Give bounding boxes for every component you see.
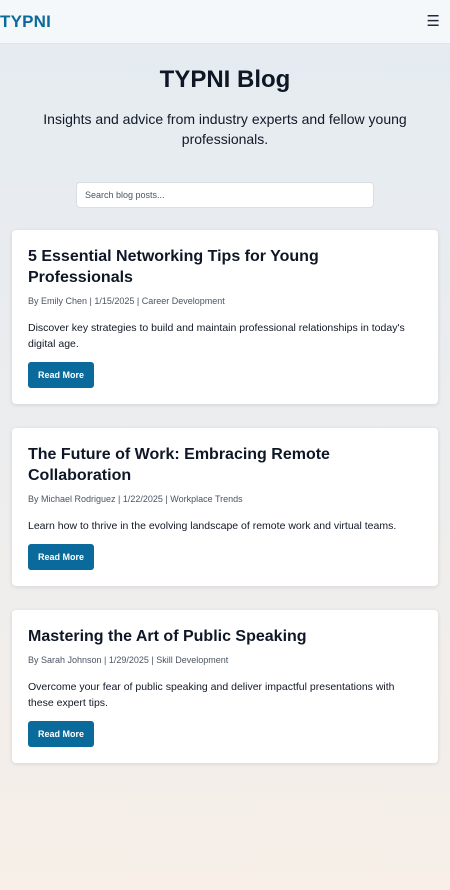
hamburger-menu-icon[interactable]: ☰ [427,14,440,29]
read-more-button[interactable]: Read More [28,544,95,570]
post-card: The Future of Work: Embracing Remote Col… [12,428,438,586]
search-input[interactable] [76,182,374,208]
post-card: 5 Essential Networking Tips for Young Pr… [12,230,438,404]
post-card: Mastering the Art of Public Speaking By … [12,610,438,763]
post-meta: By Sarah Johnson | 1/29/2025 | Skill Dev… [28,655,229,665]
page-subtitle: Insights and advice from industry expert… [43,111,407,147]
site-logo[interactable]: TYPNI [0,12,51,32]
search-container [0,182,450,208]
post-excerpt: Learn how to thrive in the evolving land… [28,520,397,532]
page-title: TYPNI Blog [159,66,291,93]
post-title: The Future of Work: Embracing Remote Col… [28,446,330,484]
post-meta: By Michael Rodriguez | 1/22/2025 | Workp… [28,494,243,504]
navbar: TYPNI ☰ [0,0,450,44]
post-list: 5 Essential Networking Tips for Young Pr… [0,208,450,763]
read-more-button[interactable]: Read More [28,362,95,388]
post-meta: By Emily Chen | 1/15/2025 | Career Devel… [28,296,225,306]
post-excerpt: Overcome your fear of public speaking an… [28,681,395,709]
hero-section: TYPNI Blog Insights and advice from indu… [0,44,450,149]
post-title: 5 Essential Networking Tips for Young Pr… [28,248,319,286]
read-more-button[interactable]: Read More [28,721,95,747]
post-title: Mastering the Art of Public Speaking [28,628,307,645]
post-excerpt: Discover key strategies to build and mai… [28,322,405,350]
